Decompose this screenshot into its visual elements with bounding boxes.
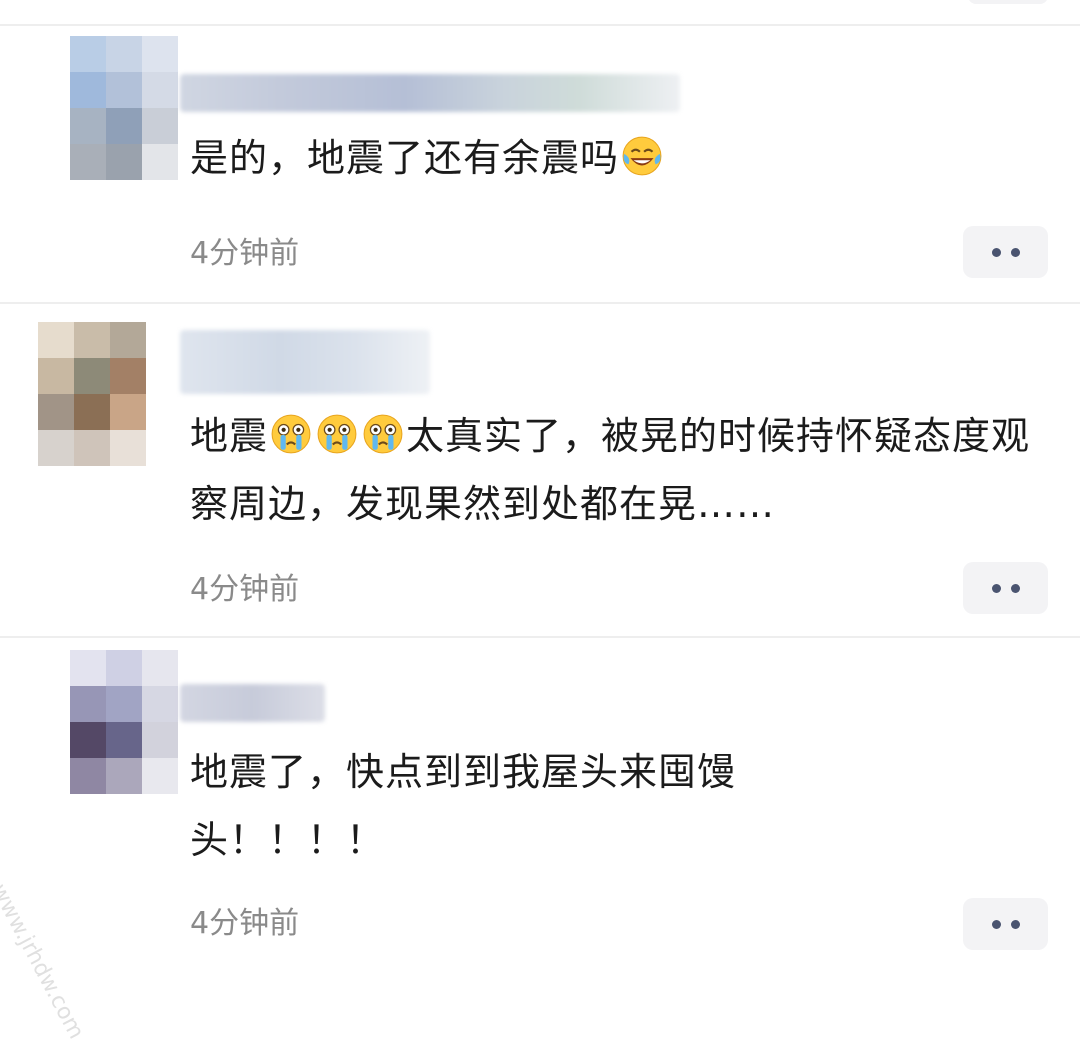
comment-text-body: 是的，地震了还有余震吗 <box>190 136 620 180</box>
comment-item: 是的，地震了还有余震吗 4分钟前 <box>0 26 1080 302</box>
comment-item: 地震 太真实了，被晃的时候持怀疑态度观察周边，发现果然到处都在晃…… 4分钟前 <box>0 304 1080 636</box>
more-dots-icon <box>991 583 1001 593</box>
avatar[interactable] <box>70 650 178 794</box>
comment-time: 4分钟前 <box>190 236 300 271</box>
username[interactable] <box>180 74 680 112</box>
comment-text-prefix: 地震 <box>190 414 269 458</box>
more-dots-icon <box>1010 247 1020 257</box>
more-dots-icon <box>1010 583 1020 593</box>
avatar[interactable] <box>38 322 146 466</box>
crying-face-icon <box>363 414 403 454</box>
more-dots-icon <box>991 247 1001 257</box>
comment-item: 地震了，快点到到我屋头来囤馒头！！！！ 4分钟前 <box>0 638 1080 979</box>
more-button[interactable] <box>963 226 1048 278</box>
comment-text: 地震 太真实了，被晃的时候持怀疑态度观察周边，发现果然到处都在晃…… <box>190 402 1050 538</box>
previous-more-button[interactable] <box>968 0 1048 4</box>
comment-time: 4分钟前 <box>190 572 300 607</box>
more-dots-icon <box>991 919 1001 929</box>
comment-time: 4分钟前 <box>190 906 300 941</box>
laughing-tears-icon <box>622 136 662 176</box>
more-button[interactable] <box>963 898 1048 950</box>
username[interactable] <box>180 330 430 394</box>
comment-text: 地震了，快点到到我屋头来囤馒头！！！！ <box>190 750 737 862</box>
crying-face-icon <box>271 414 311 454</box>
comment-text: 是的，地震了还有余震吗 <box>190 124 1050 192</box>
crying-face-icon <box>317 414 357 454</box>
more-dots-icon <box>1010 919 1020 929</box>
avatar[interactable] <box>70 36 178 180</box>
more-button[interactable] <box>963 562 1048 614</box>
comment-list: 是的，地震了还有余震吗 4分钟前 地震 太真实了，被晃的时候持怀疑态度观察周边，… <box>0 0 1080 1043</box>
username[interactable] <box>180 684 325 722</box>
